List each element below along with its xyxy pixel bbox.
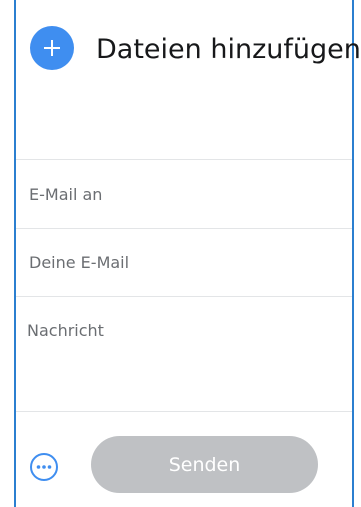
add-files-label[interactable]: Dateien hinzufügen	[96, 32, 361, 68]
message-field[interactable]	[16, 297, 352, 411]
your-email-field[interactable]	[16, 229, 352, 296]
add-files-area[interactable]: Dateien hinzufügen	[16, 0, 361, 100]
transfer-panel: Dateien hinzufügen Senden	[14, 0, 361, 507]
email-to-field[interactable]	[16, 160, 352, 228]
more-options-button[interactable]	[29, 452, 59, 482]
form-footer: Senden	[16, 412, 352, 507]
more-options-icon	[30, 453, 58, 481]
plus-icon	[44, 40, 60, 56]
send-button[interactable]: Senden	[91, 436, 318, 493]
add-files-button[interactable]	[30, 26, 74, 70]
